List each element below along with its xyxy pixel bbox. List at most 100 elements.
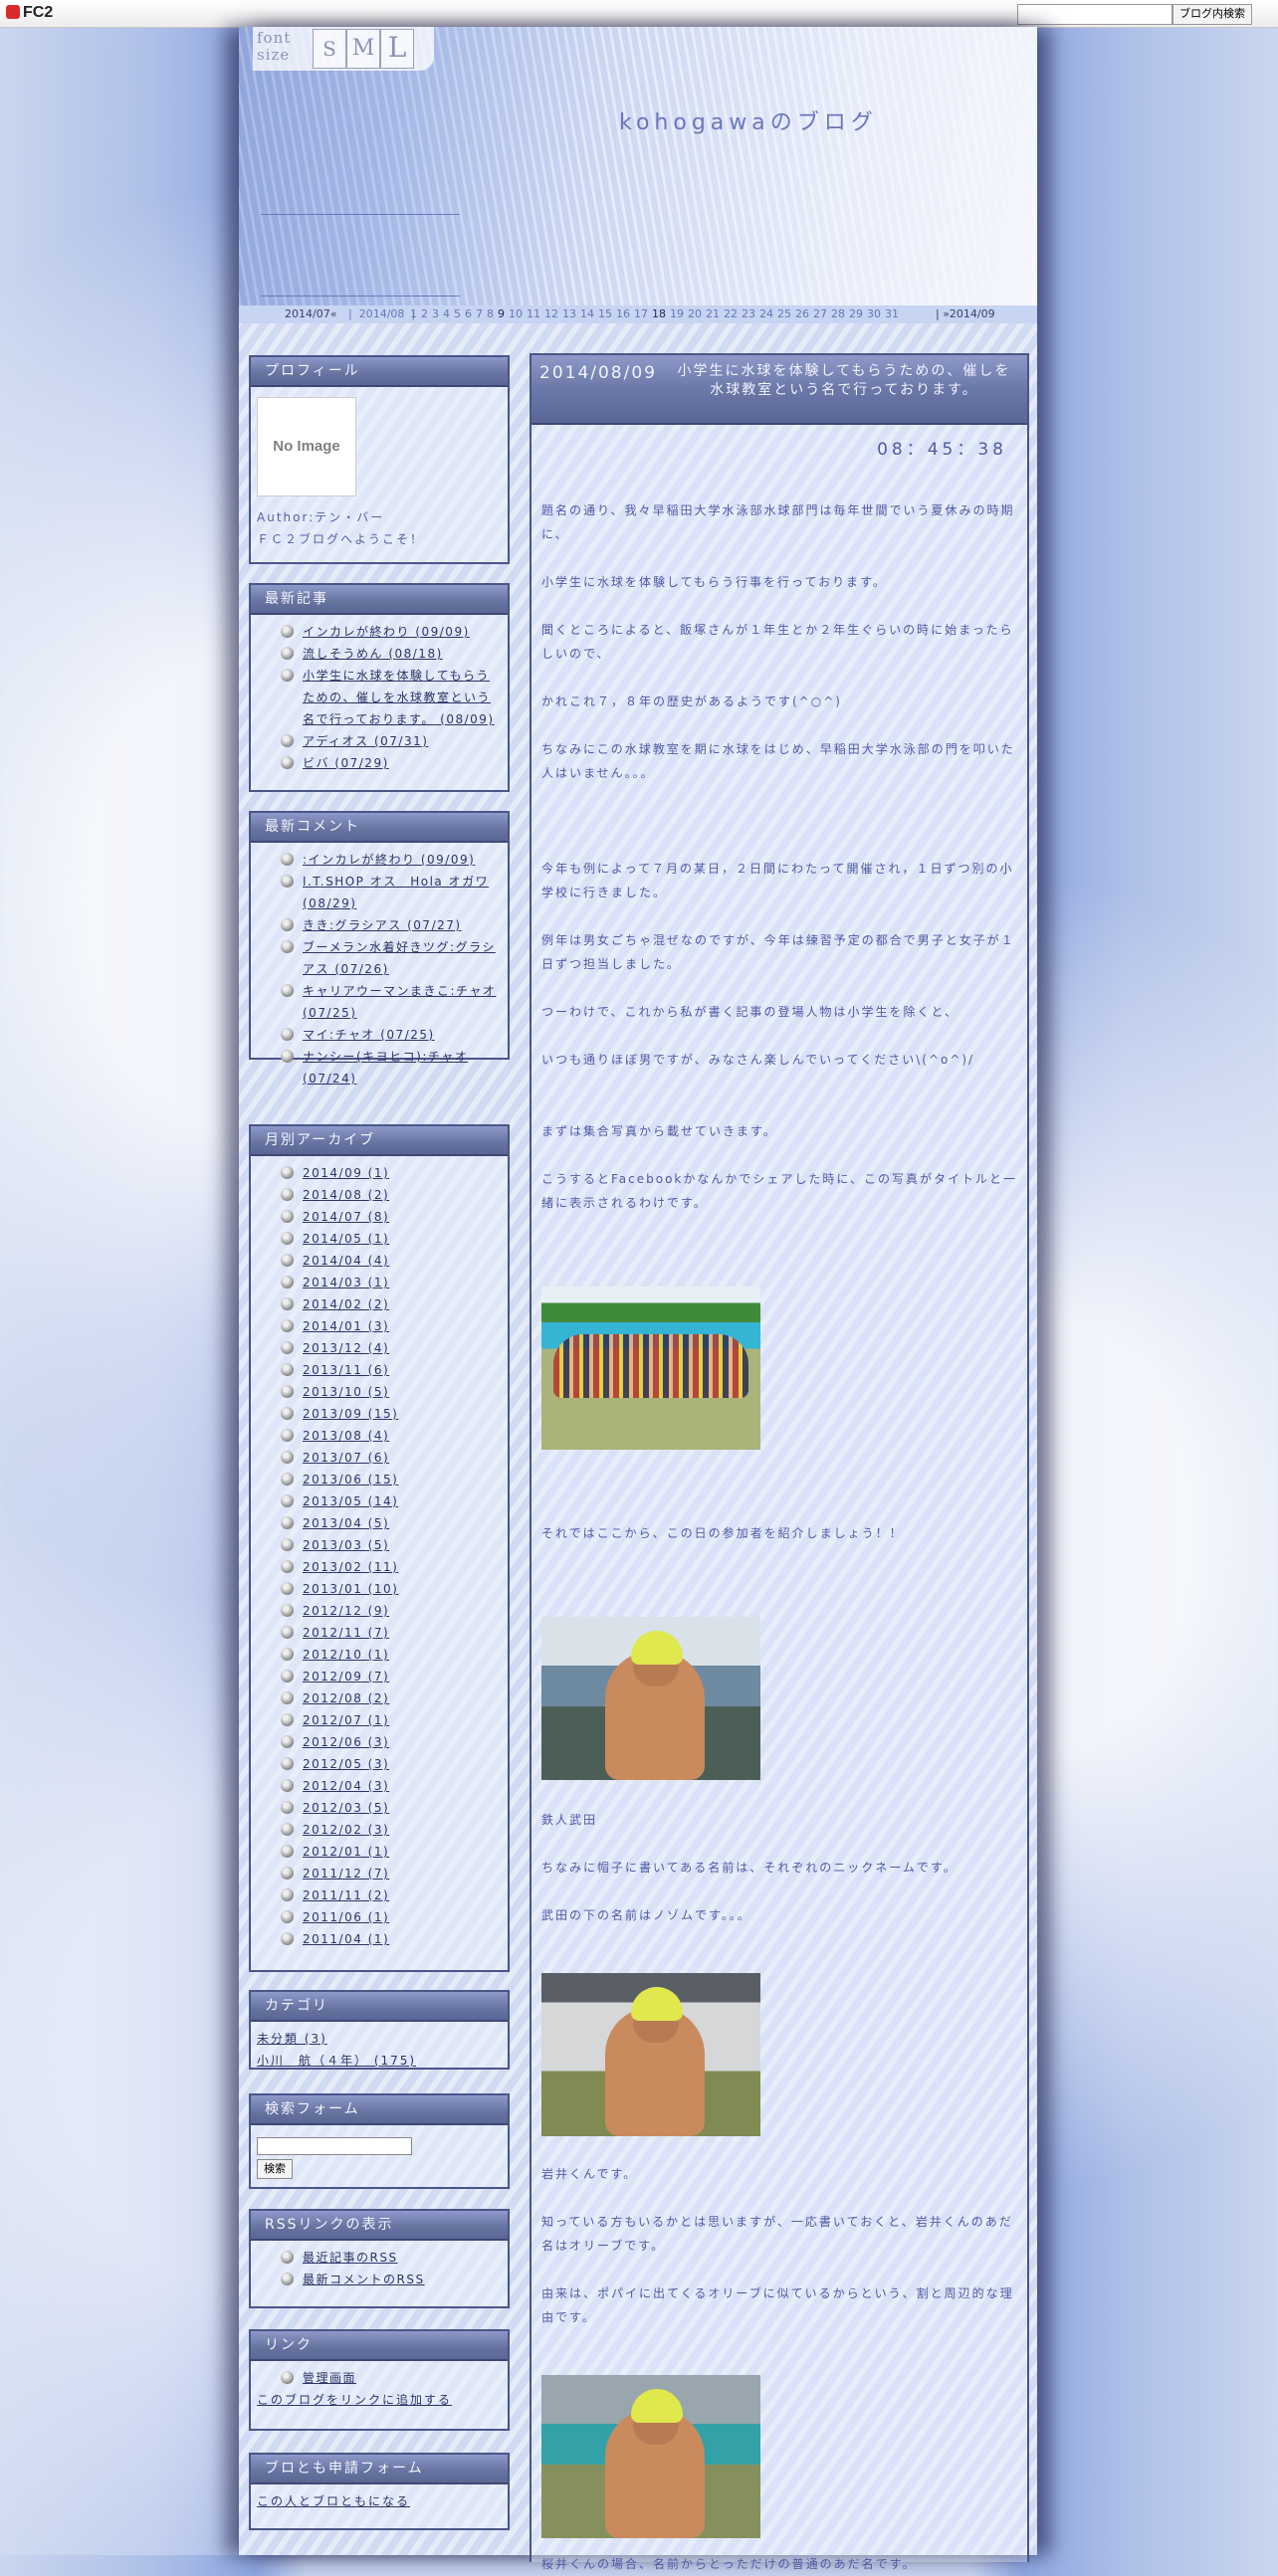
recent-comment-link[interactable]: マイ:チャオ (07/25) bbox=[303, 1028, 435, 1042]
archive-link[interactable]: 2013/10 (5) bbox=[303, 1385, 389, 1399]
entry-paragraph: 由来は、ポパイに出てくるオリーブに似ているからという、割と周辺的な理由です。 bbox=[541, 2286, 1014, 2324]
archive-link[interactable]: 2011/04 (1) bbox=[303, 1932, 389, 1946]
calendar-day: 1 bbox=[410, 307, 417, 320]
archive-link[interactable]: 2013/07 (6) bbox=[303, 1451, 389, 1465]
recent-comments-title: 最新コメント bbox=[251, 813, 508, 843]
archive-link[interactable]: 2014/08 (2) bbox=[303, 1188, 389, 1202]
archive-link[interactable]: 2012/04 (3) bbox=[303, 1779, 389, 1793]
archive-link[interactable]: 2012/08 (2) bbox=[303, 1691, 389, 1705]
archive-link[interactable]: 2011/12 (7) bbox=[303, 1867, 389, 1881]
archive-link[interactable]: 2012/09 (7) bbox=[303, 1670, 389, 1684]
recent-comment-link[interactable]: キャリアウーマンまきこ:チャオ (07/25) bbox=[303, 984, 496, 1020]
recent-comment-link[interactable]: ナンシー(キヨヒコ):チャオ (07/24) bbox=[303, 1050, 468, 1086]
archive-link[interactable]: 2013/04 (5) bbox=[303, 1516, 389, 1530]
bullet-icon bbox=[281, 918, 294, 931]
calendar-day: 20 bbox=[688, 307, 702, 320]
archive-link[interactable]: 2012/11 (7) bbox=[303, 1626, 389, 1640]
rss-link[interactable]: 最新コメントのRSS bbox=[303, 2273, 425, 2286]
archive-link[interactable]: 2011/11 (2) bbox=[303, 1888, 389, 1902]
recent-comment-item: ナンシー(キヨヒコ):チャオ (07/24) bbox=[273, 1046, 502, 1090]
calendar-day: 31 bbox=[885, 307, 899, 320]
category-link[interactable]: 小川 航（４年） (175) bbox=[257, 2050, 502, 2072]
profile-welcome: ＦＣ２ブログへようこそ！ bbox=[257, 532, 425, 546]
archive-link[interactable]: 2014/07 (8) bbox=[303, 1210, 389, 1224]
archive-link[interactable]: 2013/02 (11) bbox=[303, 1560, 398, 1574]
archive-link[interactable]: 2014/09 (1) bbox=[303, 1166, 389, 1180]
archive-link[interactable]: 2012/10 (1) bbox=[303, 1648, 389, 1662]
archive-link[interactable]: 2013/09 (15) bbox=[303, 1407, 398, 1421]
rss-link[interactable]: 最近記事のRSS bbox=[303, 2251, 398, 2265]
archive-link[interactable]: 2014/01 (3) bbox=[303, 1319, 389, 1333]
archive-link[interactable]: 2012/07 (1) bbox=[303, 1713, 389, 1727]
bullet-icon bbox=[281, 1516, 294, 1529]
entry-paragraph: 鉄人武田 bbox=[541, 1813, 598, 1827]
calendar-day[interactable]: 18 bbox=[652, 307, 666, 320]
bullet-icon bbox=[281, 1319, 294, 1332]
recent-comment-link[interactable]: I.T.SHOP オス Hola オガワ (08/29) bbox=[303, 875, 489, 910]
archive-link[interactable]: 2013/08 (4) bbox=[303, 1429, 389, 1443]
archive-item: 2013/02 (11) bbox=[273, 1556, 502, 1578]
bullet-icon bbox=[281, 1779, 294, 1792]
bullet-icon bbox=[281, 1691, 294, 1704]
archive-link[interactable]: 2012/12 (9) bbox=[303, 1604, 389, 1618]
entry-paragraph: 武田の下の名前はノゾムです。。。 bbox=[541, 1908, 751, 1922]
recent-entry-link[interactable]: 小学生に水球を体験してもらうための、催しを水球教室という名で行っております。 (… bbox=[303, 669, 495, 726]
bullet-icon bbox=[281, 1232, 294, 1245]
archive-link[interactable]: 2014/05 (1) bbox=[303, 1232, 389, 1246]
bullet-icon bbox=[281, 734, 294, 747]
entry-paragraph: 小学生に水球を体験してもらう行事を行っております。 bbox=[541, 575, 887, 589]
recent-entry-link[interactable]: ビバ (07/29) bbox=[303, 756, 389, 770]
recent-comment-link[interactable]: :インカレが終わり (09/09) bbox=[303, 853, 475, 867]
archive-link[interactable]: 2014/03 (1) bbox=[303, 1276, 389, 1289]
font-large-button[interactable]: L bbox=[380, 29, 414, 69]
blog-search-input[interactable] bbox=[1017, 4, 1172, 25]
category-link[interactable]: 未分類 (3) bbox=[257, 2028, 502, 2050]
entry-paragraph: それではここから、この日の参加者を紹介しましょう！！ bbox=[541, 1526, 904, 1540]
calendar-day: 17 bbox=[634, 307, 648, 320]
font-medium-button[interactable]: M bbox=[346, 29, 380, 69]
archive-item: 2014/03 (1) bbox=[273, 1272, 502, 1293]
player-photo-sakurai[interactable] bbox=[541, 2375, 760, 2538]
calendar-prev-month[interactable]: 2014/07« bbox=[285, 305, 336, 323]
bullet-icon bbox=[281, 1735, 294, 1748]
recent-comment-link[interactable]: ブーメラン水着好きツグ:グラシアス (07/26) bbox=[303, 940, 496, 976]
add-link-link[interactable]: このブログをリンクに追加する bbox=[257, 2393, 452, 2407]
link-link[interactable]: 管理画面 bbox=[303, 2371, 356, 2385]
font-small-button[interactable]: S bbox=[313, 29, 346, 69]
calendar-day: 7 bbox=[476, 307, 483, 320]
archive-link[interactable]: 2013/11 (6) bbox=[303, 1363, 389, 1377]
recent-entry-link[interactable]: インカレが終わり (09/09) bbox=[303, 625, 470, 639]
font-size-switcher: font size S M L bbox=[253, 27, 434, 71]
archive-link[interactable]: 2013/12 (4) bbox=[303, 1341, 389, 1355]
archive-link[interactable]: 2012/06 (3) bbox=[303, 1735, 389, 1749]
player-photo-takeda[interactable] bbox=[541, 1617, 760, 1780]
archive-link[interactable]: 2013/06 (15) bbox=[303, 1473, 398, 1486]
calendar-next-month[interactable]: | »2014/09 bbox=[936, 305, 995, 323]
archive-link[interactable]: 2012/02 (3) bbox=[303, 1823, 389, 1837]
archive-link[interactable]: 2014/04 (4) bbox=[303, 1254, 389, 1268]
blog-search-button[interactable]: ブログ内検索 bbox=[1172, 4, 1252, 25]
archive-link[interactable]: 2014/02 (2) bbox=[303, 1297, 389, 1311]
archive-link[interactable]: 2013/03 (5) bbox=[303, 1538, 389, 1552]
archive-link[interactable]: 2013/05 (14) bbox=[303, 1494, 398, 1508]
calendar-day[interactable]: 9 bbox=[498, 307, 505, 320]
blog-title[interactable]: kohogawaのブログ bbox=[619, 104, 878, 136]
player-photo-iwai[interactable] bbox=[541, 1973, 760, 2136]
entry-title[interactable]: 小学生に水球を体験してもらうための、催しを水球教室という名で行っております。 bbox=[675, 362, 1013, 400]
group-photo[interactable] bbox=[541, 1287, 760, 1450]
sidebar-search-button[interactable]: 検索 bbox=[257, 2159, 293, 2179]
archive-link[interactable]: 2012/03 (5) bbox=[303, 1801, 389, 1815]
archive-link[interactable]: 2011/06 (1) bbox=[303, 1910, 389, 1924]
archive-link[interactable]: 2012/05 (3) bbox=[303, 1757, 389, 1771]
sidebar-search-input[interactable] bbox=[257, 2137, 412, 2155]
archive-link[interactable]: 2012/01 (1) bbox=[303, 1845, 389, 1859]
profile-author: Author:テン・バー bbox=[257, 510, 385, 524]
friend-request-link[interactable]: この人とブロともになる bbox=[257, 2494, 410, 2508]
recent-entry-link[interactable]: 流しそうめん (08/18) bbox=[303, 647, 443, 661]
bullet-icon bbox=[281, 1801, 294, 1814]
fc2-logo[interactable]: FC2 bbox=[6, 4, 53, 22]
archive-link[interactable]: 2013/01 (10) bbox=[303, 1582, 398, 1596]
recent-comment-link[interactable]: きき:グラシアス (07/27) bbox=[303, 918, 462, 932]
recent-comments-box: 最新コメント :インカレが終わり (09/09) I.T.SHOP オス Hola… bbox=[249, 811, 510, 1086]
recent-entry-link[interactable]: アディオス (07/31) bbox=[303, 734, 428, 748]
